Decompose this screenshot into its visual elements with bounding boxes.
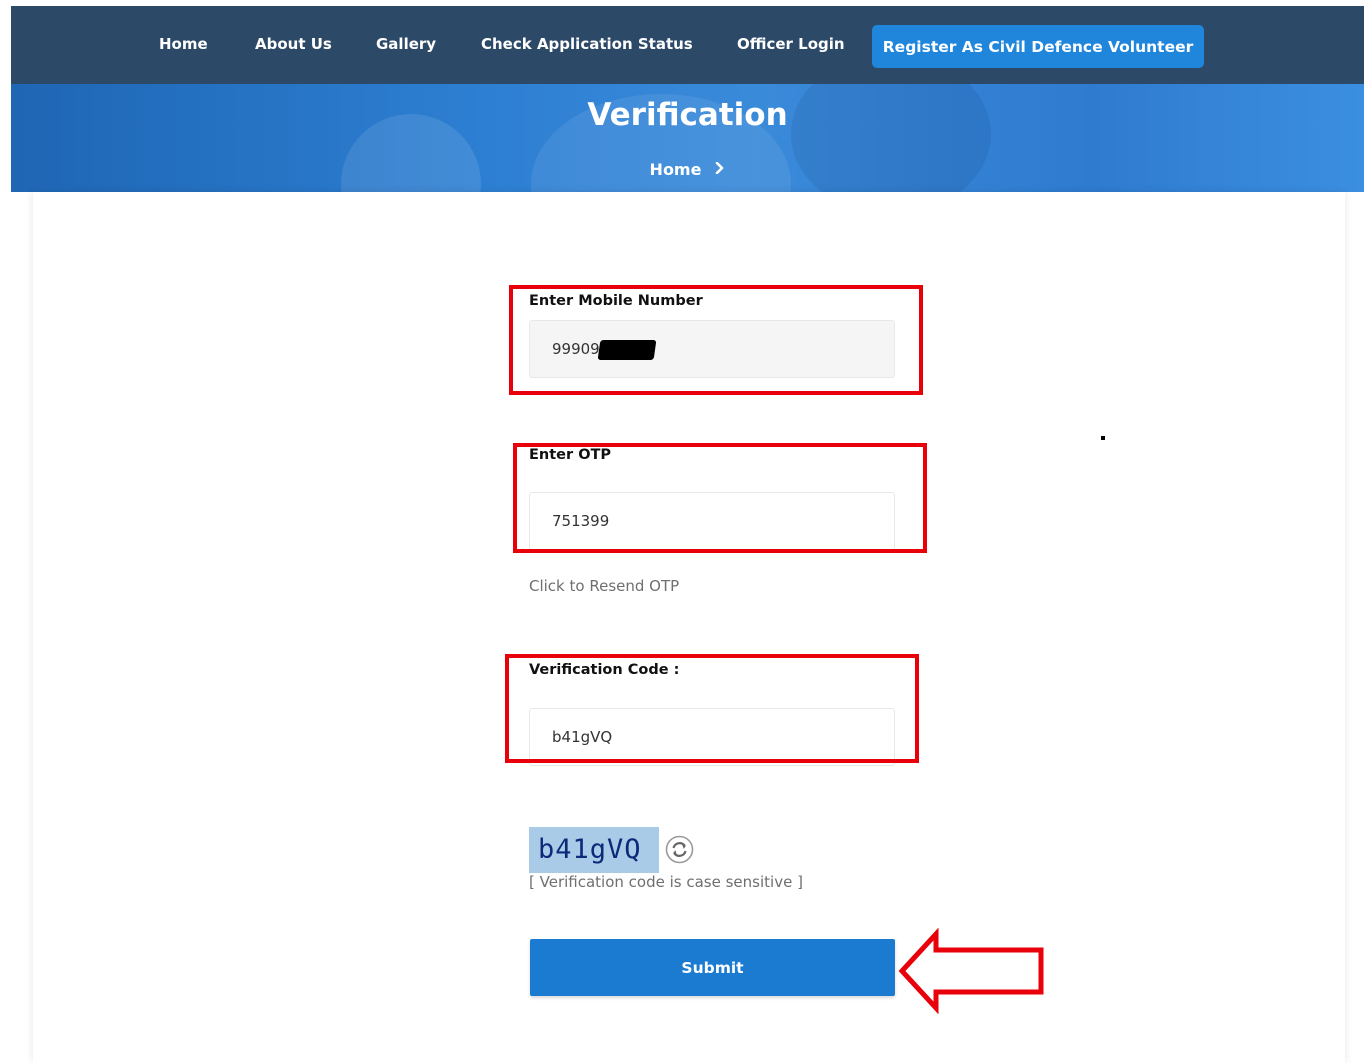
nav-gallery[interactable]: Gallery xyxy=(376,34,436,54)
refresh-icon[interactable] xyxy=(665,835,694,864)
hero-banner: Verification Home xyxy=(11,84,1364,192)
arrow-left-icon xyxy=(898,927,1046,1018)
top-navbar: Home About Us Gallery Check Application … xyxy=(11,6,1364,84)
nav-officer-login[interactable]: Officer Login xyxy=(737,34,845,54)
submit-button[interactable]: Submit xyxy=(530,939,895,996)
chevron-right-icon xyxy=(715,161,725,178)
breadcrumb: Home xyxy=(11,160,1364,179)
nav-home[interactable]: Home xyxy=(159,34,208,54)
highlight-box-otp xyxy=(513,443,927,553)
captcha-case-sensitive-note: [ Verification code is case sensitive ] xyxy=(529,873,803,891)
captcha-image: b41gVQ xyxy=(529,827,659,873)
register-volunteer-button[interactable]: Register As Civil Defence Volunteer xyxy=(872,25,1204,68)
breadcrumb-home[interactable]: Home xyxy=(650,160,702,179)
nav-about-us[interactable]: About Us xyxy=(255,34,332,54)
nav-check-application-status[interactable]: Check Application Status xyxy=(481,34,693,54)
page-title: Verification xyxy=(587,97,788,133)
stray-dot xyxy=(1101,436,1105,440)
highlight-box-mobile xyxy=(509,285,923,395)
highlight-box-verification-code xyxy=(505,654,919,763)
resend-otp-link[interactable]: Click to Resend OTP xyxy=(529,577,679,595)
